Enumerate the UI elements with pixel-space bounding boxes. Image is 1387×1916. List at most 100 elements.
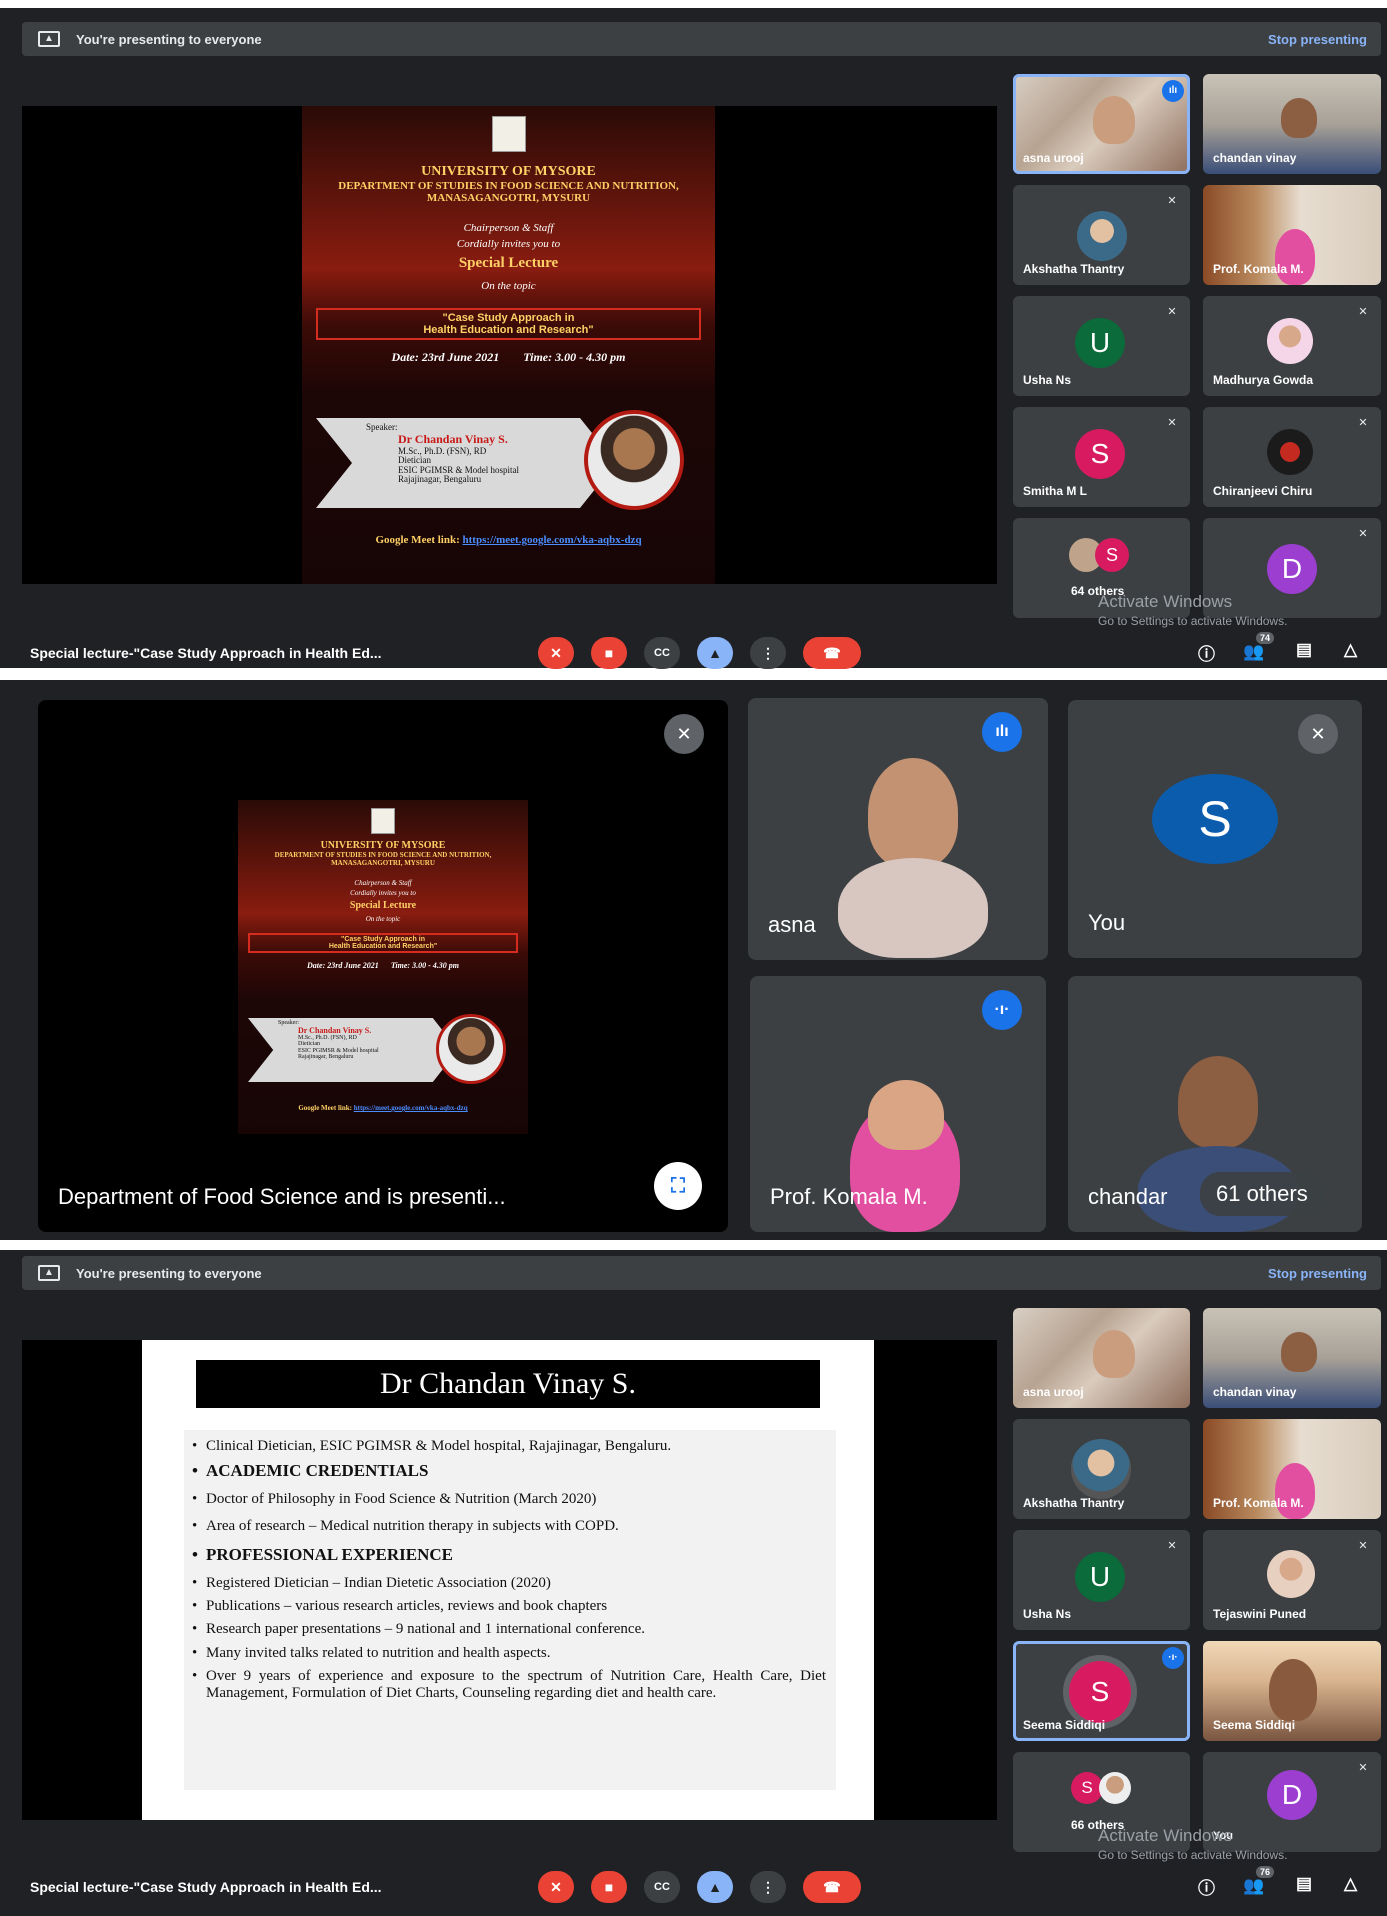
participant-tile-asna-large[interactable]: ılı asna [748,698,1048,960]
university-emblem [491,116,526,152]
poster-time: Time: 3.00 - 4.30 pm [390,961,459,970]
participant-tile-akshatha[interactable]: ✕ Akshatha Thantry [1013,185,1190,285]
poster-speaker-line-4: Rajajinagar, Bengaluru [398,474,482,485]
poster-special: Special Lecture [349,900,417,911]
mic-off-icon: ✕ [1358,1540,1368,1552]
participant-tile-chiranjeevi[interactable]: ✕ Chiranjeevi Chiru [1203,407,1381,507]
participant-name: Usha Ns [1023,1607,1072,1621]
poster-link[interactable]: https://meet.google.com/vka-aqbx-dzq [354,1104,468,1112]
participant-tile-chandan[interactable]: chandan vinay [1203,74,1381,174]
slide-bullet: Publications – various research articles… [192,1598,826,1616]
participant-tile-seema[interactable]: ·ı· S Seema Siddiqi [1013,1641,1190,1741]
participant-tile-seema-video[interactable]: Seema Siddiqi [1203,1641,1381,1741]
poster-topic-2: Health Education and Research" [423,324,594,336]
participant-tile-madhurya[interactable]: ✕ Madhurya Gowda [1203,296,1381,396]
poster-speaker-box: Speaker: Dr Chandan Vinay S. M.Sc., Ph.D… [248,1018,458,1082]
chat-icon[interactable]: ▤ [1296,1874,1312,1894]
activities-icon[interactable]: △ [1344,1874,1357,1894]
participant-name: asna [768,912,816,937]
fullscreen-icon[interactable]: ⛶ [654,1162,702,1210]
mic-off-icon: ✕ [1167,306,1177,318]
info-icon[interactable]: ⓘ [1198,640,1215,665]
people-icon[interactable]: 👥 [1243,1876,1264,1896]
poster-topic-1: "Case Study Approach in [442,312,575,324]
captions-icon[interactable]: CC [644,1871,680,1903]
participant-name: chandar [1088,1184,1168,1209]
poster-speaker-name: Dr Chandan Vinay S. [398,432,508,446]
control-bar: Special lecture-"Case Study Approach in … [0,1864,1387,1910]
participant-tile-akshatha[interactable]: Akshatha Thantry [1013,1419,1190,1519]
slide-bullet: Many invited talks related to nutrition … [192,1645,826,1663]
participant-tile-tejaswini[interactable]: ✕ Tejaswini Puned [1203,1530,1381,1630]
slide-bullet: Research paper presentations – 9 nationa… [192,1621,826,1639]
avatar [1267,429,1313,475]
participant-tile-usha[interactable]: ✕ U Usha Ns [1013,296,1190,396]
mic-off-icon: ✕ [1167,1540,1177,1552]
camera-off-icon[interactable]: ■ [591,637,627,669]
avatar: U [1075,1552,1125,1602]
poster-link-line: Google Meet link: https://meet.google.co… [302,534,715,546]
poster-date-time: Date: 23rd June 2021 Time: 3.00 - 4.30 p… [302,350,715,365]
activities-icon[interactable]: △ [1344,640,1357,660]
avatar [1071,1439,1131,1499]
slide-bullet: Clinical Dietician, ESIC PGIMSR & Model … [192,1438,826,1456]
participant-name: Smitha M L [1023,484,1088,498]
end-call-icon[interactable]: ☎ [803,1871,861,1903]
presenting-text: You're presenting to everyone [76,1265,262,1281]
avatar: U [1075,318,1125,368]
avatar: S [1075,429,1125,479]
participant-tile-asna[interactable]: ılı asna urooj [1013,74,1190,174]
stop-presenting-button[interactable]: Stop presenting [1268,32,1367,47]
present-icon: ▲ [38,31,60,47]
presenting-banner: ▲ You're presenting to everyone Stop pre… [22,22,1381,56]
participant-tile-komala[interactable]: Prof. Komala M. [1203,1419,1381,1519]
captions-icon[interactable]: CC [644,637,680,669]
participant-tile-komala[interactable]: Prof. Komala M. [1203,185,1381,285]
others-count[interactable]: 61 others [1200,1172,1324,1216]
end-call-icon[interactable]: ☎ [803,637,861,669]
info-icon[interactable]: ⓘ [1198,1874,1215,1899]
participant-video [1281,98,1317,138]
people-icon[interactable]: 👥 [1243,642,1264,662]
participant-tile-usha[interactable]: ✕ U Usha Ns [1013,1530,1190,1630]
participant-name: asna urooj [1023,151,1084,165]
presenter-tile[interactable]: ✕ UNIVERSITY OF MYSORE DEPARTMENT OF STU… [38,700,728,1232]
poster-link-label: Google Meet link: [375,534,460,546]
speaking-indicator-icon: ılı [1162,80,1184,102]
control-bar: Special lecture-"Case Study Approach in … [0,630,1387,676]
participant-name: Chiranjeevi Chiru [1213,484,1313,498]
participant-tile-chandan[interactable]: chandan vinay [1203,1308,1381,1408]
present-icon[interactable]: ▲ [697,1871,733,1903]
poster-speaker-box: Speaker: Dr Chandan Vinay S. M.Sc., Ph.D… [316,418,616,508]
avatar: D [1267,1770,1317,1820]
slide-body: Clinical Dietician, ESIC PGIMSR & Model … [184,1430,836,1790]
mic-off-icon[interactable]: ✕ [538,1871,574,1903]
participant-video [1178,1056,1258,1148]
chat-icon[interactable]: ▤ [1296,640,1312,660]
participant-tile-smitha[interactable]: ✕ S Smitha M L [1013,407,1190,507]
participant-tile-komala-large[interactable]: ·ı· Prof. Komala M. [750,976,1046,1232]
participant-video [1093,1330,1135,1378]
participant-tile-you-large[interactable]: ✕ S You [1068,700,1362,958]
participant-tile-asna[interactable]: asna urooj [1013,1308,1190,1408]
participant-video [868,758,958,868]
mic-off-icon[interactable]: ✕ [538,637,574,669]
poster-speaker-photo [584,410,684,510]
participant-tile-chandan-large[interactable]: chandar 61 others [1068,976,1362,1232]
present-icon[interactable]: ▲ [697,637,733,669]
presenter-label: Department of Food Science and is presen… [58,1184,506,1209]
poster-invite-2: Cordially invites you to [350,889,416,897]
participant-name: Seema Siddiqi [1213,1718,1296,1732]
participant-name: chandan vinay [1213,151,1297,165]
avatar [1077,211,1127,261]
more-options-icon[interactable]: ⋮ [750,637,786,669]
poster-link[interactable]: https://meet.google.com/vka-aqbx-dzq [463,534,642,546]
stop-presenting-button[interactable]: Stop presenting [1268,1266,1367,1281]
slide-bullet: Area of research – Medical nutrition the… [192,1518,826,1536]
more-options-icon[interactable]: ⋮ [750,1871,786,1903]
slide-heading: ACADEMIC CREDENTIALS [192,1461,826,1481]
mic-off-icon: ✕ [1167,195,1177,207]
camera-off-icon[interactable]: ■ [591,1871,627,1903]
speaking-indicator-icon: ılı [982,712,1022,752]
participant-video [838,858,988,958]
